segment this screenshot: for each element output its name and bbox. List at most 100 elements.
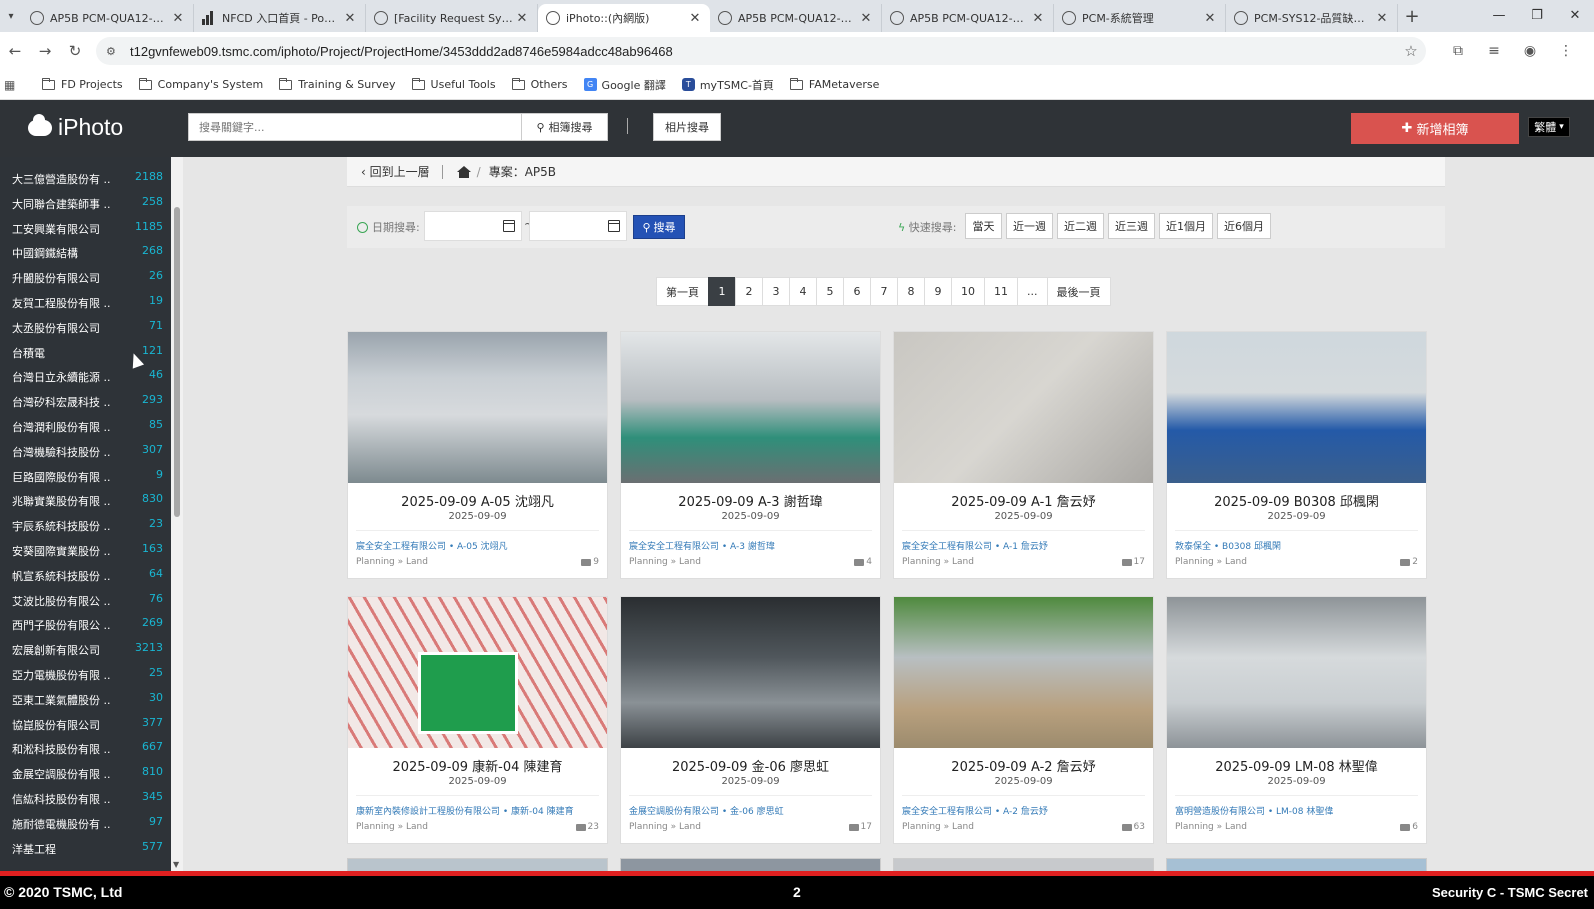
- date-search-button[interactable]: ⚲ 搜尋: [633, 215, 685, 239]
- browser-tab[interactable]: NFCD 入口首頁 - Power ✕: [194, 4, 366, 32]
- sidebar-scrollbar[interactable]: ▼: [171, 157, 183, 871]
- forward-icon[interactable]: →: [30, 42, 60, 60]
- album-thumbnail[interactable]: [1167, 597, 1426, 748]
- sidebar-item[interactable]: 台積電 121: [0, 341, 171, 366]
- sidebar-item[interactable]: 洋基工程 577: [0, 837, 171, 862]
- quick-search-button[interactable]: 近6個月: [1217, 213, 1271, 239]
- page-button[interactable]: 8: [897, 277, 925, 306]
- album-company-link[interactable]: 富明營造股份有限公司 • LM-08 林聖偉: [1175, 804, 1418, 817]
- close-tab-icon[interactable]: ✕: [859, 11, 873, 26]
- album-company-link[interactable]: 敦泰保全 • B0308 邱楓閑: [1175, 539, 1418, 552]
- bookmark-star-icon[interactable]: ☆: [1396, 42, 1426, 60]
- end-date-input[interactable]: [529, 211, 627, 241]
- bookmark-item[interactable]: Training & Survey: [279, 77, 396, 93]
- close-window-icon[interactable]: ✕: [1556, 0, 1594, 32]
- url-text[interactable]: t12gvnfeweb09.tsmc.com/iphoto/Project/Pr…: [130, 44, 1396, 59]
- bookmark-item[interactable]: FD Projects: [42, 77, 123, 93]
- start-date-input[interactable]: [424, 211, 522, 241]
- page-button[interactable]: 1: [708, 277, 736, 306]
- page-button[interactable]: 2: [735, 277, 763, 306]
- scroll-down-icon[interactable]: ▼: [173, 860, 179, 869]
- calendar-icon[interactable]: [503, 220, 515, 232]
- album-company-link[interactable]: 金展空調股份有限公司 • 金-06 廖思虹: [629, 804, 872, 817]
- photo-search-button[interactable]: 相片搜尋: [653, 113, 721, 141]
- page-button[interactable]: 11: [984, 277, 1018, 306]
- album-thumbnail[interactable]: [621, 332, 880, 483]
- browser-tab[interactable]: AP5B PCM-QUA12-品質 ✕: [710, 4, 882, 32]
- album-company-link[interactable]: 宸全安全工程有限公司 • A-1 詹云妤: [902, 539, 1145, 552]
- language-select[interactable]: 繁體 ▾: [1528, 117, 1570, 137]
- page-button[interactable]: 3: [762, 277, 790, 306]
- home-icon[interactable]: [456, 165, 471, 178]
- album-company-link[interactable]: 康新室內裝修設計工程股份有限公司 • 康新-04 陳建育: [356, 804, 599, 817]
- bookmark-item[interactable]: Others: [511, 77, 568, 93]
- iphoto-logo[interactable]: iPhoto: [28, 113, 123, 141]
- album-card[interactable]: 2025-09-09 康新-04 陳建育 2025-09-09 康新室內裝修設計工程…: [347, 596, 608, 844]
- album-card[interactable]: 2025-09-09 LM-08 林聖偉 2025-09-09 富明營造股份有限公司…: [1166, 596, 1427, 844]
- quick-search-button[interactable]: 近一週: [1006, 213, 1053, 239]
- restore-icon[interactable]: ❐: [1518, 0, 1556, 32]
- sidebar-item[interactable]: 安葵國際實業股份 .. 163: [0, 539, 171, 564]
- browser-tab[interactable]: PCM-系統管理 ✕: [1054, 4, 1226, 32]
- close-tab-icon[interactable]: ✕: [1203, 11, 1217, 26]
- close-tab-icon[interactable]: ✕: [343, 11, 357, 26]
- profile-icon[interactable]: ◉: [1512, 43, 1548, 59]
- album-thumbnail[interactable]: [894, 332, 1153, 483]
- quick-search-button[interactable]: 近1個月: [1159, 213, 1213, 239]
- sidebar-item[interactable]: 升闔股份有限公司 26: [0, 266, 171, 291]
- sidebar-item[interactable]: 兆聯實業股份有限 .. 830: [0, 489, 171, 514]
- sidebar-item[interactable]: 信紘科技股份有限 .. 345: [0, 787, 171, 812]
- bookmark-item[interactable]: Useful Tools: [411, 77, 496, 93]
- sidebar-item[interactable]: 中國鋼鐵結構 268: [0, 241, 171, 266]
- sidebar-item[interactable]: 台灣機驗科技股份 .. 307: [0, 440, 171, 465]
- close-tab-icon[interactable]: ✕: [515, 11, 529, 26]
- extensions-icon[interactable]: ⧉: [1440, 43, 1476, 59]
- quick-search-button[interactable]: 近三週: [1108, 213, 1155, 239]
- album-thumbnail[interactable]: [348, 597, 607, 748]
- page-button[interactable]: 4: [789, 277, 817, 306]
- browser-tab[interactable]: AP5B PCM-QUA12-品質 ✕: [22, 4, 194, 32]
- album-company-link[interactable]: 宸全安全工程有限公司 • A-3 謝哲瑋: [629, 539, 872, 552]
- album-company-link[interactable]: 宸全安全工程有限公司 • A-2 詹云妤: [902, 804, 1145, 817]
- reload-icon[interactable]: ↻: [60, 42, 90, 60]
- page-button[interactable]: 5: [816, 277, 844, 306]
- bookmark-item[interactable]: G Google 翻譯: [583, 77, 666, 93]
- url-field[interactable]: ⚙ t12gvnfeweb09.tsmc.com/iphoto/Project/…: [96, 37, 1426, 65]
- page-button[interactable]: 10: [951, 277, 985, 306]
- quick-search-button[interactable]: 近二週: [1057, 213, 1104, 239]
- album-thumbnail[interactable]: [894, 597, 1153, 748]
- page-button[interactable]: 9: [924, 277, 952, 306]
- quick-search-button[interactable]: 當天: [965, 213, 1002, 239]
- minimize-icon[interactable]: —: [1480, 0, 1518, 32]
- album-thumbnail[interactable]: [621, 597, 880, 748]
- scrollbar-thumb[interactable]: [174, 207, 180, 517]
- album-thumbnail[interactable]: [348, 332, 607, 483]
- album-card[interactable]: 2025-09-09 A-1 詹云妤 2025-09-09 宸全安全工程有限公司 •…: [893, 331, 1154, 579]
- page-button[interactable]: ...: [1017, 277, 1048, 306]
- media-icon[interactable]: ≡: [1476, 43, 1512, 59]
- bookmark-item[interactable]: Company's System: [138, 77, 263, 93]
- menu-icon[interactable]: ⋮: [1548, 43, 1584, 59]
- sidebar-item[interactable]: 亞力電機股份有限 .. 25: [0, 663, 171, 688]
- close-tab-icon[interactable]: ✕: [171, 11, 185, 26]
- new-album-button[interactable]: ✚ 新增相簿: [1351, 113, 1519, 144]
- close-tab-icon[interactable]: ✕: [1031, 11, 1045, 26]
- new-tab-button[interactable]: +: [1398, 4, 1426, 32]
- album-card[interactable]: 2025-09-09 金-06 廖思虹 2025-09-09 金展空調股份有限公司 …: [620, 596, 881, 844]
- sidebar-item[interactable]: 宏展創新有限公司 3213: [0, 638, 171, 663]
- bookmark-item[interactable]: FAMetaverse: [789, 77, 879, 93]
- browser-tab[interactable]: AP5B PCM-QUA12-品質 ✕: [882, 4, 1054, 32]
- bookmark-item[interactable]: TmyTSMC-首頁: [681, 77, 774, 93]
- calendar-icon[interactable]: [608, 220, 620, 232]
- sidebar-item[interactable]: 帆宣系統科技股份 .. 64: [0, 564, 171, 589]
- sidebar-item[interactable]: 台灣矽科宏晟科技 .. 293: [0, 390, 171, 415]
- album-company-link[interactable]: 宸全安全工程有限公司 • A-05 沈翊凡: [356, 539, 599, 552]
- album-thumbnail[interactable]: [1167, 332, 1426, 483]
- close-tab-icon[interactable]: ✕: [688, 11, 702, 26]
- browser-tab[interactable]: [Facility Request System]✕: [366, 4, 538, 32]
- album-card[interactable]: 2025-09-09 B0308 邱楓閑 2025-09-09 敦泰保全 • B03…: [1166, 331, 1427, 579]
- album-card[interactable]: 2025-09-09 A-05 沈翊凡 2025-09-09 宸全安全工程有限公司 …: [347, 331, 608, 579]
- page-button[interactable]: 6: [843, 277, 871, 306]
- page-first-button[interactable]: 第一頁: [656, 277, 709, 306]
- album-card[interactable]: 2025-09-09 A-2 詹云妤 2025-09-09 宸全安全工程有限公司 •…: [893, 596, 1154, 844]
